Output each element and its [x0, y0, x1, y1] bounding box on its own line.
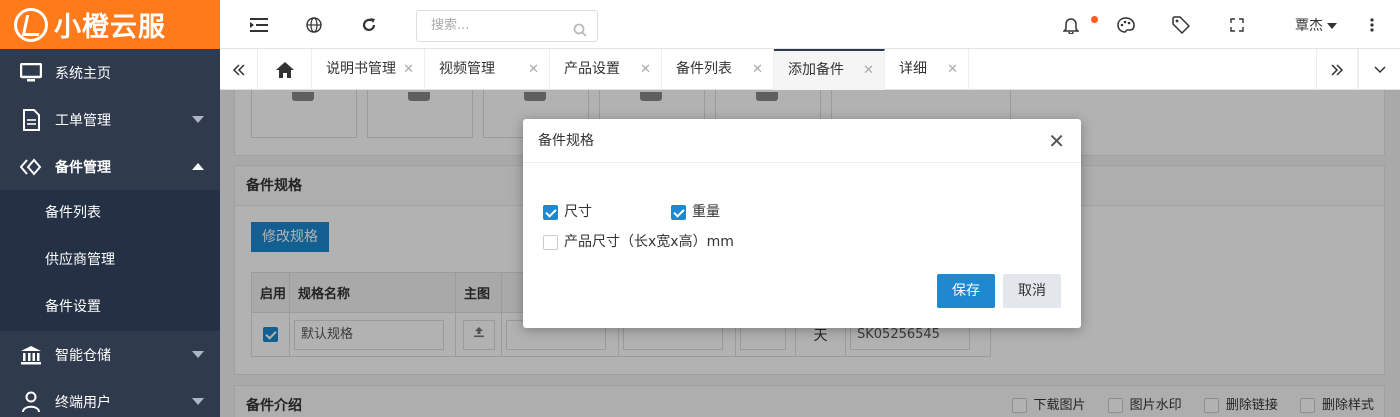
save-button[interactable]: 保存 — [937, 274, 995, 308]
user-menu[interactable]: 覃杰 — [1295, 15, 1337, 35]
tabs-dropdown-icon[interactable] — [1358, 49, 1400, 90]
sidebar-item-label: 工单管理 — [55, 112, 111, 129]
chevron-down-icon — [192, 398, 204, 405]
tab-label: 产品设置 — [564, 61, 620, 77]
close-icon[interactable]: ✕ — [528, 49, 539, 90]
monitor-icon — [18, 62, 44, 84]
brand-name: 小橙云服 — [54, 12, 166, 43]
tab-label: 添加备件 — [788, 62, 844, 78]
cancel-button[interactable]: 取消 — [1003, 274, 1061, 308]
bell-icon[interactable] — [1060, 14, 1082, 36]
tab-detail[interactable]: 详细 ✕ — [885, 49, 969, 90]
sidebar: 小橙云服 系统主页 工单管理 备件管理 备件列表 供应商管理 备件设置 智能仓储 — [0, 0, 220, 417]
menu-collapse-icon[interactable] — [248, 14, 270, 36]
tag-icon[interactable] — [1170, 14, 1192, 36]
user-name: 覃杰 — [1295, 18, 1323, 34]
submenu-item-suppliers[interactable]: 供应商管理 — [0, 237, 220, 284]
tab-video-management[interactable]: 视频管理 ✕ — [425, 49, 550, 90]
submenu: 备件列表 供应商管理 备件设置 — [0, 190, 220, 331]
submenu-item-part-settings[interactable]: 备件设置 — [0, 284, 220, 331]
top-header: 搜索... 覃杰 — [220, 0, 1400, 49]
sidebar-item-home[interactable]: 系统主页 — [0, 49, 220, 96]
chevron-up-icon — [192, 163, 204, 170]
sidebar-item-label: 智能仓储 — [55, 347, 111, 364]
option-size[interactable]: 尺寸 — [543, 201, 592, 221]
checkbox[interactable] — [543, 234, 558, 250]
tab-label: 说明书管理 — [326, 61, 396, 77]
sidebar-item-label: 备件管理 — [55, 159, 111, 176]
fullscreen-icon[interactable] — [1226, 14, 1248, 36]
tab-product-settings[interactable]: 产品设置 ✕ — [550, 49, 662, 90]
sidebar-item-warehouse[interactable]: 智能仓储 — [0, 331, 220, 378]
bank-icon — [18, 344, 44, 366]
option-product-dimensions[interactable]: 产品尺寸（长x宽x高）mm — [543, 231, 734, 251]
search-placeholder: 搜索... — [431, 18, 470, 33]
caret-down-icon — [1327, 23, 1337, 29]
diamond-icon — [18, 156, 44, 178]
tab-label: 备件列表 — [676, 61, 732, 77]
tabs-scroll-right-icon[interactable] — [1316, 49, 1358, 90]
refresh-icon[interactable] — [358, 14, 380, 36]
tabs-scroll-left-icon[interactable] — [220, 49, 258, 90]
tab-parts-list[interactable]: 备件列表 ✕ — [662, 49, 774, 90]
tab-manual-management[interactable]: 说明书管理 ✕ — [312, 49, 425, 90]
dialog-title: 备件规格 — [523, 119, 1081, 163]
submenu-item-parts-list[interactable]: 备件列表 — [0, 190, 220, 237]
more-vertical-icon[interactable] — [1361, 14, 1383, 36]
notification-badge — [1091, 16, 1098, 23]
tab-label: 视频管理 — [439, 61, 495, 77]
close-icon[interactable]: ✕ — [403, 49, 414, 90]
close-icon[interactable]: ✕ — [947, 49, 958, 90]
tabs-bar: 说明书管理 ✕ 视频管理 ✕ 产品设置 ✕ 备件列表 ✕ 添加备件 ✕ 详细 ✕ — [220, 49, 1400, 90]
sidebar-item-end-users[interactable]: 终端用户 — [0, 378, 220, 417]
tab-label: 详细 — [899, 61, 927, 77]
option-weight[interactable]: 重量 — [671, 201, 720, 221]
close-icon[interactable]: ✕ — [1048, 130, 1065, 152]
tab-add-part[interactable]: 添加备件 ✕ — [774, 49, 885, 90]
globe-icon[interactable] — [303, 14, 325, 36]
sidebar-item-tickets[interactable]: 工单管理 — [0, 96, 220, 143]
brand[interactable]: 小橙云服 — [0, 0, 220, 49]
sidebar-item-label: 终端用户 — [55, 394, 111, 411]
chevron-down-icon — [192, 351, 204, 358]
checkbox[interactable] — [543, 204, 558, 220]
document-icon — [18, 108, 44, 131]
close-icon[interactable]: ✕ — [752, 49, 763, 90]
sidebar-item-label: 系统主页 — [55, 65, 111, 82]
brand-logo-icon — [14, 7, 48, 42]
spec-dialog: 备件规格 ✕ 尺寸 重量 产品尺寸（长x宽x高）mm 保存 取消 — [523, 119, 1081, 328]
user-icon — [18, 391, 44, 413]
checkbox[interactable] — [671, 204, 686, 220]
close-icon[interactable]: ✕ — [863, 51, 874, 90]
home-tab[interactable] — [258, 49, 312, 90]
search-input[interactable]: 搜索... — [416, 10, 598, 42]
chevron-down-icon — [192, 116, 204, 123]
sidebar-item-spare-parts[interactable]: 备件管理 — [0, 143, 220, 190]
home-icon — [275, 61, 294, 78]
search-icon — [573, 19, 587, 49]
close-icon[interactable]: ✕ — [640, 49, 651, 90]
palette-icon[interactable] — [1115, 14, 1137, 36]
